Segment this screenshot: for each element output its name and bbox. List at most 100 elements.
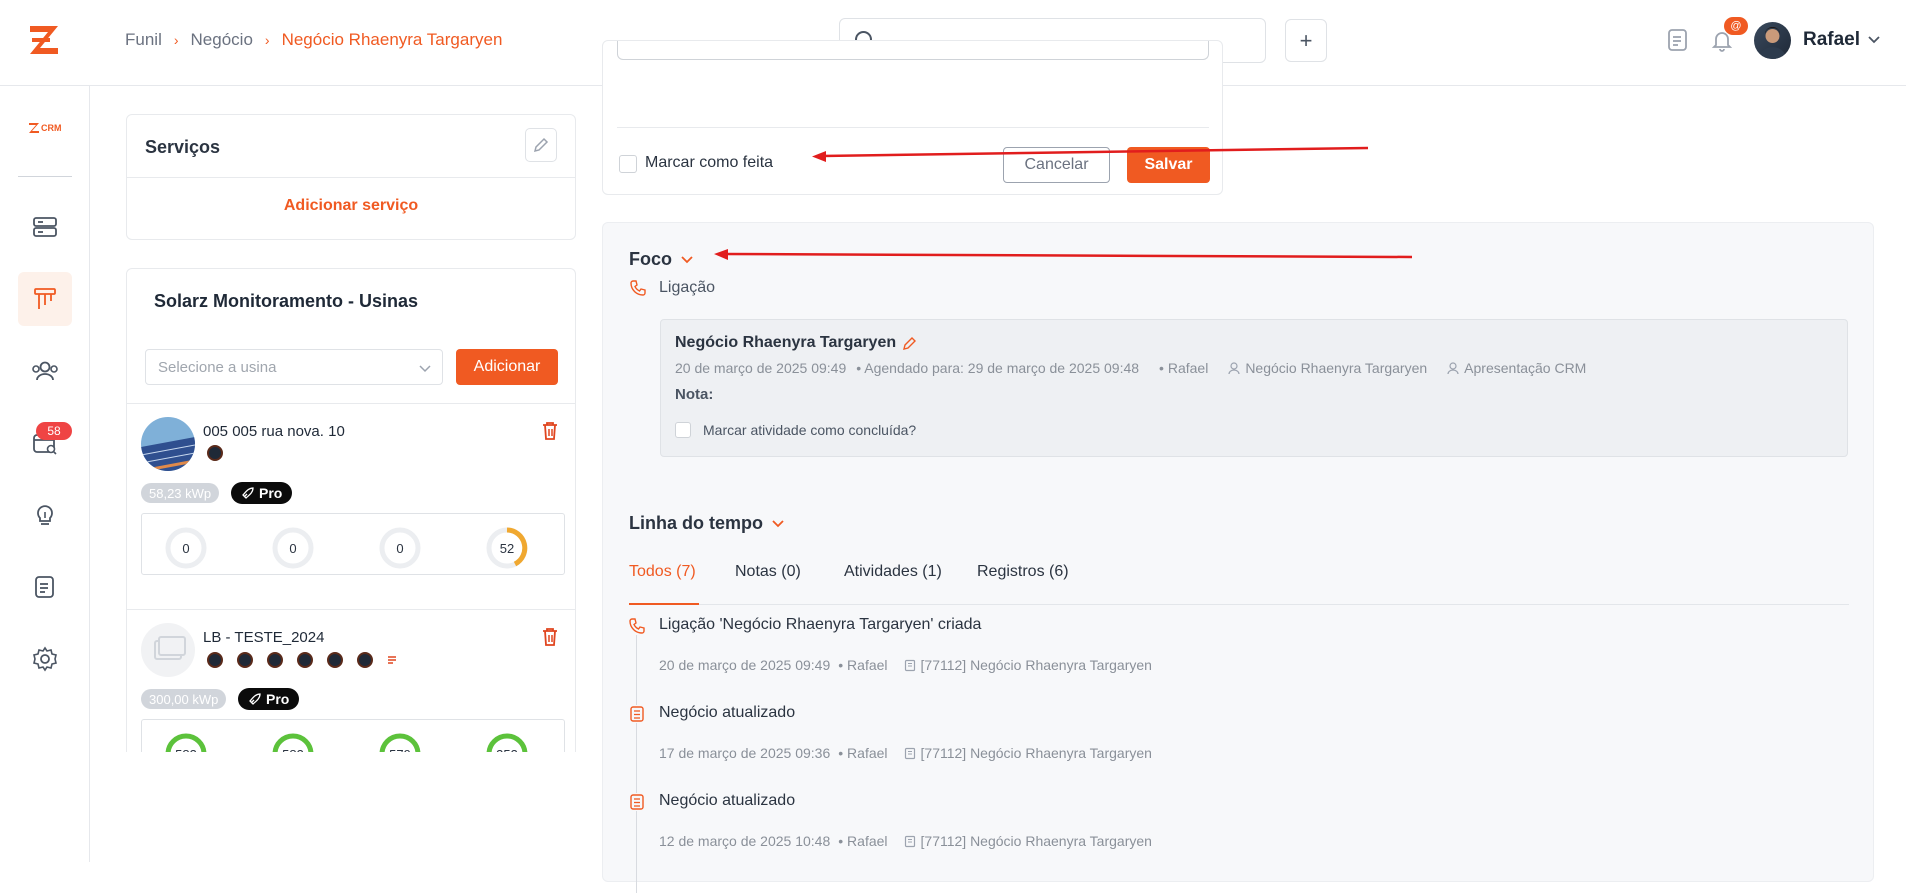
user-icon	[1228, 361, 1240, 374]
kwp-badge: 300,00 kWp	[141, 689, 227, 709]
pencil-icon	[533, 137, 549, 153]
mark-done-checkbox[interactable]	[619, 155, 637, 173]
usina-select[interactable]: Selecione a usina	[145, 349, 443, 385]
breadcrumb-negocio[interactable]: Negócio	[191, 30, 253, 50]
usina-gauges: 583 583 579 353	[141, 719, 565, 752]
usina-name[interactable]: 005 005 rua nova. 10	[203, 423, 345, 440]
timeline-entry-date: 17 de março de 2025 09:36	[659, 745, 831, 761]
divider	[127, 609, 575, 610]
usina-thumbnail	[141, 417, 195, 471]
zcrm-small-logo[interactable]: CRM	[28, 122, 62, 134]
activity-owner: • Rafael	[1159, 360, 1209, 376]
timeline-entry-deal[interactable]: [77112] Negócio Rhaenyra Targaryen	[904, 657, 1152, 673]
gauge-value: 52	[499, 540, 515, 556]
timeline-entry-user: • Rafael	[838, 657, 888, 673]
timeline-entry-title: Negócio atualizado	[659, 792, 796, 809]
inverter-status-icon	[207, 652, 223, 668]
focus-type: Ligação	[629, 279, 715, 297]
note-add-icon[interactable]	[1664, 26, 1692, 54]
sidebar-item-users[interactable]	[18, 344, 72, 398]
timeline-tabs: Todos (7) Notas (0) Atividades (1) Regis…	[629, 563, 1849, 605]
gauge-value: 579	[378, 732, 422, 753]
timeline-entry-date: 20 de março de 2025 09:49	[659, 657, 831, 673]
edit-services-button[interactable]	[525, 128, 557, 162]
phone-icon	[628, 617, 646, 635]
complete-activity-checkbox[interactable]	[675, 422, 691, 438]
activity-title-row: Negócio Rhaenyra Targaryen	[675, 334, 918, 352]
zcrm-logo-icon[interactable]	[26, 22, 62, 58]
gauge: 52	[485, 526, 529, 570]
building-icon	[904, 659, 915, 671]
settings-icon	[33, 646, 57, 672]
z-logo-icon	[29, 123, 39, 133]
timeline-entry-meta: 17 de março de 2025 09:36 • Rafael [7711…	[659, 745, 1152, 761]
gauge: 583	[164, 732, 208, 752]
breadcrumb-current: Negócio Rhaenyra Targaryen	[281, 30, 503, 49]
timeline-title: Linha do tempo	[629, 513, 763, 533]
activity-deal[interactable]: Negócio Rhaenyra Targaryen	[1228, 360, 1427, 376]
breadcrumb-funil[interactable]: Funil	[125, 30, 162, 50]
users-icon	[32, 361, 58, 381]
gauge-value: 0	[289, 540, 297, 556]
timeline-line	[636, 633, 637, 893]
inverter-status-icon	[357, 652, 373, 668]
task-form-card: Marcar como feita Cancelar Salvar	[602, 40, 1223, 195]
add-service-link[interactable]: Adicionar serviço	[127, 197, 575, 215]
gauge-value: 353	[485, 732, 529, 753]
pro-badge: Pro	[231, 482, 293, 504]
pro-label: Pro	[259, 485, 283, 501]
chevron-down-icon[interactable]	[1866, 32, 1882, 48]
timeline-entry-deal[interactable]: [77112] Negócio Rhaenyra Targaryen	[904, 833, 1152, 849]
annotation-arrow-icon	[714, 249, 1412, 260]
trash-icon[interactable]	[541, 627, 559, 647]
quick-add-button[interactable]: +	[1285, 19, 1327, 62]
timeline-header[interactable]: Linha do tempo	[629, 513, 785, 534]
annotation-arrow-icon	[812, 146, 1369, 162]
add-usina-button[interactable]: Adicionar	[456, 349, 558, 385]
usina-name[interactable]: LB - TESTE_2024	[203, 629, 324, 646]
usina-status-dots	[207, 652, 399, 668]
tab-todos[interactable]: Todos (7)	[629, 563, 699, 605]
sidebar-item-funnel[interactable]	[18, 272, 72, 326]
gauge: 579	[378, 732, 422, 752]
sidebar-item-notes[interactable]	[18, 560, 72, 614]
usinas-title: Solarz Monitoramento - Usinas	[154, 291, 419, 311]
gauge: 583	[271, 732, 315, 752]
trash-icon[interactable]	[541, 421, 559, 441]
calendar-badge: 58	[36, 422, 72, 440]
list-more-icon	[388, 656, 396, 664]
timeline-entry-deal[interactable]: [77112] Negócio Rhaenyra Targaryen	[904, 745, 1152, 761]
tab-atividades[interactable]: Atividades (1)	[844, 563, 942, 605]
pro-badge: Pro	[238, 688, 300, 710]
timeline-entry-title: Negócio atualizado	[659, 704, 796, 721]
activity-meta: 20 de março de 2025 09:49 • Agendado par…	[675, 360, 1586, 376]
usinas-card: Solarz Monitoramento - Usinas Selecione …	[126, 268, 576, 752]
pencil-icon[interactable]	[902, 335, 918, 351]
servers-icon	[33, 217, 57, 237]
focus-type-label: Ligação	[659, 279, 716, 296]
activity-pipeline-name: Apresentação CRM	[1464, 360, 1587, 376]
tab-registros[interactable]: Registros (6)	[977, 563, 1069, 605]
avatar[interactable]	[1754, 22, 1791, 59]
task-description-field[interactable]	[617, 41, 1209, 60]
tab-notas[interactable]: Notas (0)	[735, 563, 801, 605]
timeline-entry-meta: 20 de março de 2025 09:49 • Rafael [7711…	[659, 657, 1152, 673]
sidebar-item-servers[interactable]	[18, 200, 72, 254]
funnel-icon	[34, 288, 56, 309]
activity-title[interactable]: Negócio Rhaenyra Targaryen	[675, 334, 896, 352]
services-card: Serviços Adicionar serviço	[126, 114, 576, 240]
focus-activity: Negócio Rhaenyra Targaryen 20 de março d…	[660, 319, 1848, 457]
sidebar-item-ideas[interactable]	[18, 488, 72, 542]
divider	[127, 177, 575, 178]
user-name[interactable]: Rafael	[1803, 29, 1860, 51]
building-icon	[628, 793, 646, 811]
user-icon	[1447, 361, 1459, 374]
chevron-right-icon: ›	[173, 32, 179, 48]
gauge-value: 583	[164, 732, 208, 753]
usina-status-dots	[207, 445, 237, 466]
sidebar-item-settings[interactable]	[18, 632, 72, 686]
gauge: 0	[378, 526, 422, 570]
chevron-right-icon: ›	[264, 32, 270, 48]
activity-deal-name: Negócio Rhaenyra Targaryen	[1245, 360, 1428, 376]
focus-header[interactable]: Foco	[629, 249, 694, 270]
